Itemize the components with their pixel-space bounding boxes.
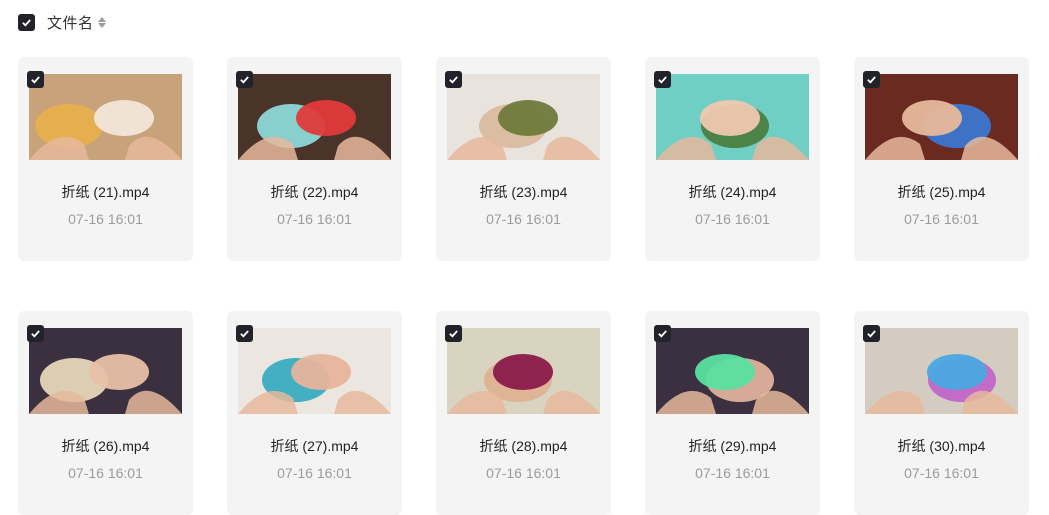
check-icon <box>31 76 40 84</box>
sort-icon[interactable] <box>97 16 106 28</box>
video-thumbnail[interactable] <box>865 328 1018 414</box>
check-icon <box>658 330 667 338</box>
file-checkbox[interactable] <box>236 325 253 342</box>
list-header: 文件名 <box>18 12 106 32</box>
file-modified-time: 07-16 16:01 <box>277 465 352 481</box>
file-modified-time: 07-16 16:01 <box>695 211 770 227</box>
check-icon <box>449 76 458 84</box>
file-modified-time: 07-16 16:01 <box>904 465 979 481</box>
file-card[interactable]: 折纸 (28).mp4 07-16 16:01 <box>436 311 611 515</box>
file-card[interactable]: 折纸 (29).mp4 07-16 16:01 <box>645 311 820 515</box>
file-card[interactable]: 折纸 (23).mp4 07-16 16:01 <box>436 57 611 261</box>
file-card[interactable]: 折纸 (25).mp4 07-16 16:01 <box>854 57 1029 261</box>
file-name[interactable]: 折纸 (29).mp4 <box>645 436 820 456</box>
file-name[interactable]: 折纸 (26).mp4 <box>18 436 193 456</box>
file-modified-time: 07-16 16:01 <box>486 211 561 227</box>
check-icon <box>867 330 876 338</box>
video-thumbnail[interactable] <box>656 74 809 160</box>
select-all-checkbox[interactable] <box>18 13 35 31</box>
file-name[interactable]: 折纸 (28).mp4 <box>436 436 611 456</box>
file-checkbox[interactable] <box>445 71 462 88</box>
video-thumbnail[interactable] <box>447 328 600 414</box>
check-icon <box>31 330 40 338</box>
file-modified-time: 07-16 16:01 <box>695 465 770 481</box>
check-icon <box>22 18 31 27</box>
file-grid: 折纸 (21).mp4 07-16 16:01 折纸 (22).mp4 07-16 1… <box>18 57 1029 515</box>
check-icon <box>449 330 458 338</box>
video-thumbnail[interactable] <box>447 74 600 160</box>
file-checkbox[interactable] <box>654 71 671 88</box>
check-icon <box>240 330 249 338</box>
file-checkbox[interactable] <box>654 325 671 342</box>
file-modified-time: 07-16 16:01 <box>904 211 979 227</box>
check-icon <box>658 76 667 84</box>
check-icon <box>867 76 876 84</box>
check-icon <box>240 76 249 84</box>
file-card[interactable]: 折纸 (26).mp4 07-16 16:01 <box>18 311 193 515</box>
file-name[interactable]: 折纸 (22).mp4 <box>227 182 402 202</box>
file-name[interactable]: 折纸 (23).mp4 <box>436 182 611 202</box>
video-thumbnail[interactable] <box>238 74 391 160</box>
video-thumbnail[interactable] <box>238 328 391 414</box>
file-checkbox[interactable] <box>27 71 44 88</box>
file-name[interactable]: 折纸 (27).mp4 <box>227 436 402 456</box>
file-card[interactable]: 折纸 (22).mp4 07-16 16:01 <box>227 57 402 261</box>
file-modified-time: 07-16 16:01 <box>68 211 143 227</box>
file-card[interactable]: 折纸 (30).mp4 07-16 16:01 <box>854 311 1029 515</box>
file-modified-time: 07-16 16:01 <box>486 465 561 481</box>
video-thumbnail[interactable] <box>865 74 1018 160</box>
file-card[interactable]: 折纸 (21).mp4 07-16 16:01 <box>18 57 193 261</box>
file-name[interactable]: 折纸 (24).mp4 <box>645 182 820 202</box>
file-checkbox[interactable] <box>445 325 462 342</box>
file-modified-time: 07-16 16:01 <box>68 465 143 481</box>
file-name[interactable]: 折纸 (21).mp4 <box>18 182 193 202</box>
filename-column-header[interactable]: 文件名 <box>47 12 94 33</box>
video-thumbnail[interactable] <box>29 74 182 160</box>
file-checkbox[interactable] <box>27 325 44 342</box>
file-name[interactable]: 折纸 (30).mp4 <box>854 436 1029 456</box>
file-card[interactable]: 折纸 (27).mp4 07-16 16:01 <box>227 311 402 515</box>
file-modified-time: 07-16 16:01 <box>277 211 352 227</box>
file-checkbox[interactable] <box>236 71 253 88</box>
file-checkbox[interactable] <box>863 325 880 342</box>
file-card[interactable]: 折纸 (24).mp4 07-16 16:01 <box>645 57 820 261</box>
video-thumbnail[interactable] <box>29 328 182 414</box>
file-checkbox[interactable] <box>863 71 880 88</box>
file-name[interactable]: 折纸 (25).mp4 <box>854 182 1029 202</box>
video-thumbnail[interactable] <box>656 328 809 414</box>
